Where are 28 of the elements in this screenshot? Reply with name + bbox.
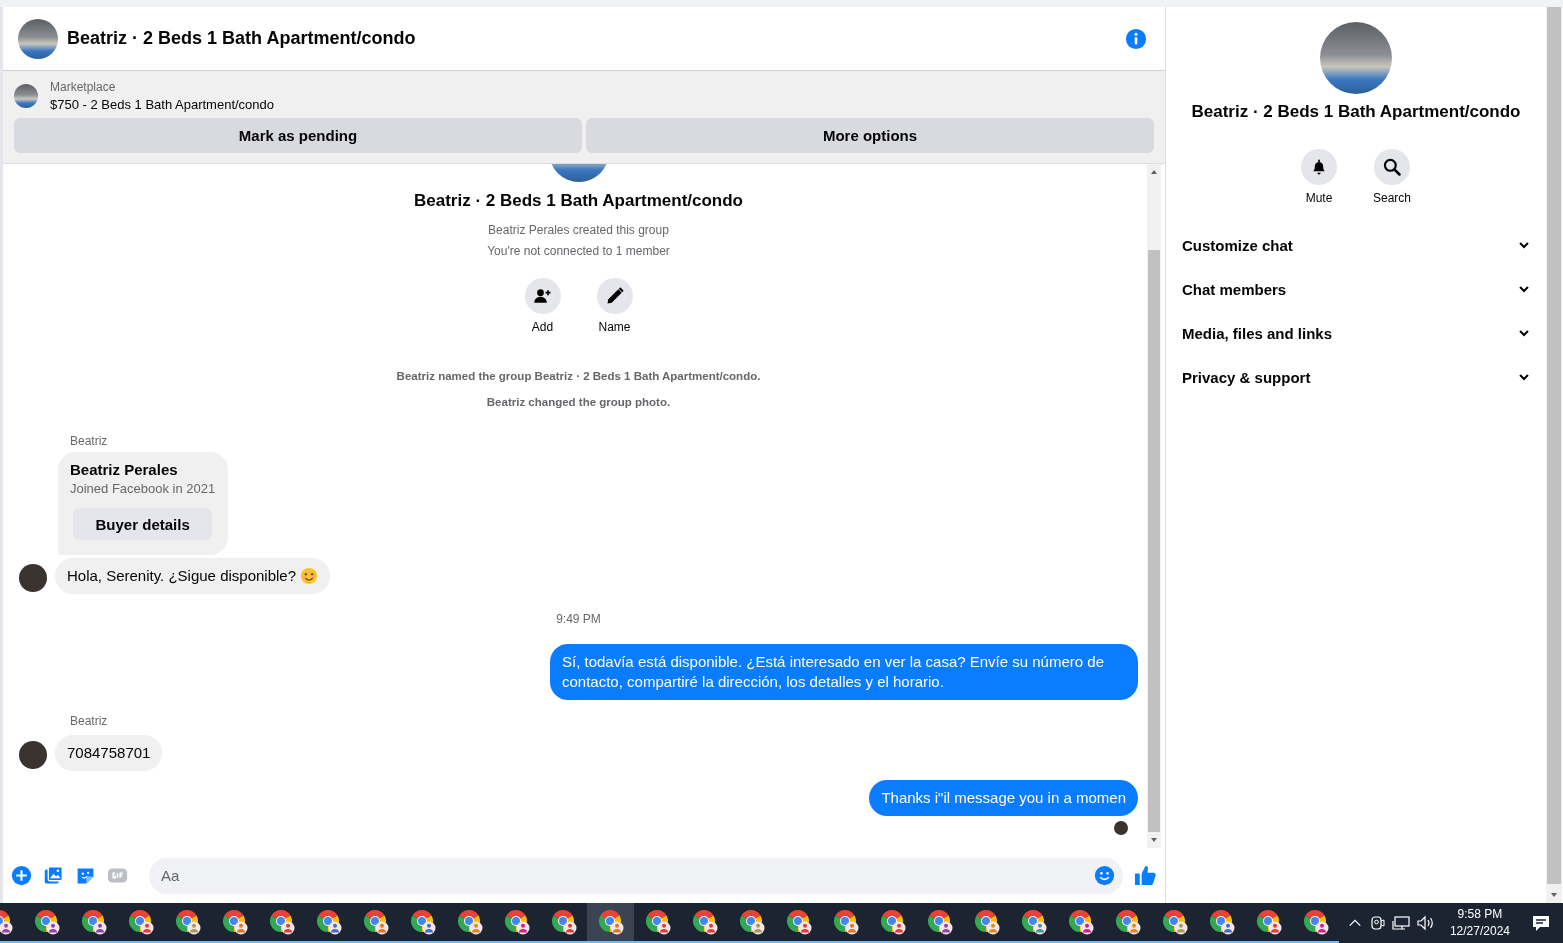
group-name: Beatriz · 2 Beds 1 Bath Apartment/condo: [413, 191, 743, 211]
group-info-text: Beatriz Perales created this group: [488, 223, 669, 237]
details-section-item[interactable]: Chat members: [1182, 267, 1530, 311]
incoming-message: 7084758701: [55, 735, 163, 771]
message-timestamp: 9:49 PM: [556, 612, 601, 626]
buyer-details-button[interactable]: Buyer details: [73, 508, 213, 540]
chat-title: Beatriz · 2 Beds 1 Bath Apartment/condo: [67, 28, 417, 49]
message-input-field[interactable]: Aa: [149, 857, 1123, 894]
listing-action-button[interactable]: More options: [586, 118, 1154, 153]
group-event-text: Beatriz named the group Beatriz · 2 Beds 1 Bath Apartment/condo.: [396, 370, 761, 382]
group-info-text: You're not connected to 1 member: [487, 244, 670, 258]
details-section-item[interactable]: Media, files and links: [1182, 311, 1530, 355]
sender-name: Beatriz: [70, 434, 109, 448]
clock-date[interactable]: 12/27/2024: [1449, 923, 1510, 940]
listing-source: Marketplace: [50, 80, 117, 94]
profile-name: Beatriz Perales: [70, 461, 179, 478]
group-event-text: Beatriz changed the group photo.: [486, 396, 671, 408]
clock-time[interactable]: 9:58 PM: [1457, 906, 1503, 923]
profile-subtitle: Joined Facebook in 2021: [70, 481, 216, 496]
group-name: Beatriz · 2 Beds 1 Bath Apartment/condo: [1191, 102, 1521, 122]
details-section-item[interactable]: Privacy & support: [1182, 355, 1530, 399]
outgoing-message: Thanks i"il message you in a momen: [869, 780, 1138, 816]
outgoing-message: Sí, todavía está disponible. ¿Está interesado en ver la casa? Envíe su número de contacto, compartiré la dirección, los detalles y el horario.: [550, 644, 1138, 700]
listing-action-button[interactable]: Mark as pending: [14, 118, 582, 153]
listing-title: $750 - 2 Beds 1 Bath Apartment/condo: [50, 97, 275, 112]
sender-name: Beatriz: [70, 714, 109, 728]
details-section-item[interactable]: Customize chat: [1182, 223, 1530, 267]
incoming-message: Hola, Serenity. ¿Sigue disponible?: [55, 558, 331, 594]
